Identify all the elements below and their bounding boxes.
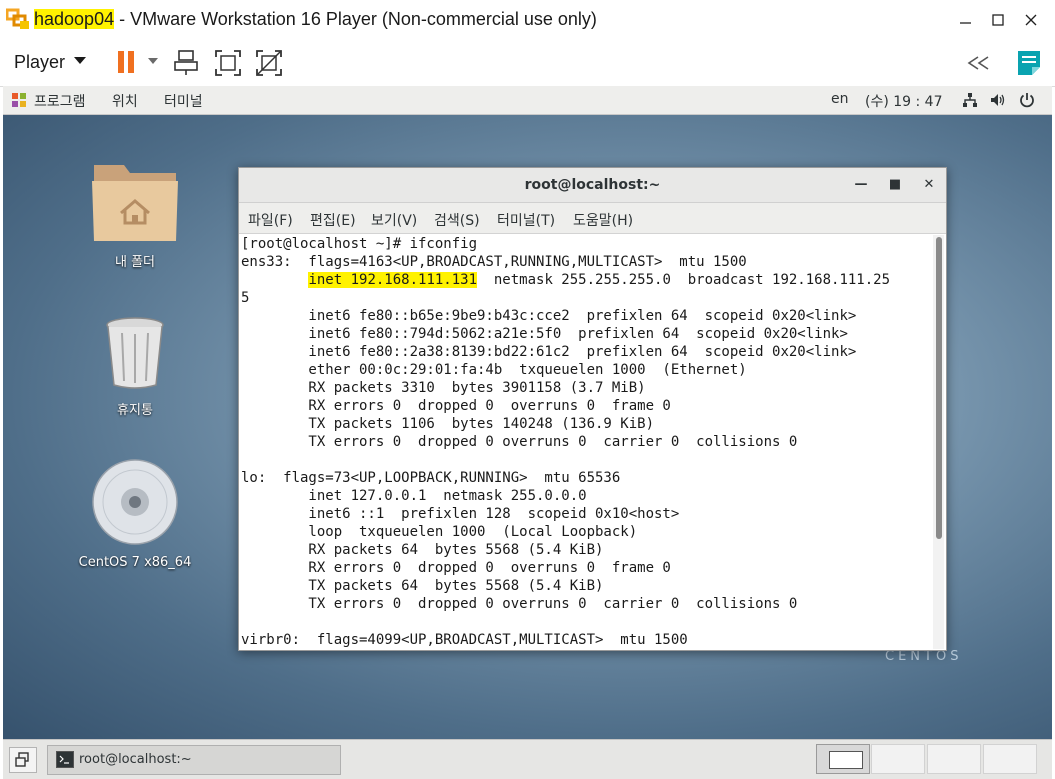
terminal-line: RX packets 3310 bytes 3901158 (3.7 MiB) [241, 380, 646, 396]
player-menu-label: Player [14, 52, 66, 72]
terminal-output[interactable]: [root@localhost ~]# ifconfig ens33: flags… [241, 235, 931, 649]
centos-watermark: CENTOS [885, 649, 963, 664]
terminal-line: TX errors 0 dropped 0 overruns 0 carrier… [241, 434, 798, 450]
menu-search[interactable]: 검색(S) [434, 210, 480, 230]
vmware-titlebar: hadoop04 - VMware Workstation 16 Player … [0, 0, 1055, 41]
disc-icon [92, 459, 178, 545]
terminal-line: virbr0: flags=4099<UP,BROADCAST,MULTICAS… [241, 632, 688, 648]
unity-mode-icon[interactable] [254, 48, 284, 78]
desktop-icon-home[interactable]: 내 폴더 [70, 159, 200, 270]
terminal-scrollbar[interactable] [933, 235, 944, 649]
terminal-line: inet6 fe80::794d:5062:a21e:5f0 prefixlen… [241, 326, 848, 342]
taskbar-terminal-label: root@localhost:~ [79, 752, 192, 767]
terminal-line: RX errors 0 dropped 0 overruns 0 frame 0 [241, 560, 671, 576]
vmware-logo-icon [6, 8, 29, 29]
menu-edit[interactable]: 편집(E) [310, 210, 356, 230]
guest-screen: 프로그램 위치 터미널 en (수) 19 : 47 내 폴더 휴지통 Cent… [3, 86, 1052, 779]
applications-menu[interactable]: 프로그램 [34, 91, 86, 111]
player-menu-button[interactable]: Player [14, 52, 87, 73]
workspace-1[interactable] [816, 744, 870, 774]
menu-file[interactable]: 파일(F) [248, 210, 293, 230]
send-ctrl-alt-del-icon[interactable] [172, 48, 202, 78]
terminal-icon [56, 751, 74, 768]
menu-view[interactable]: 보기(V) [371, 210, 417, 230]
terminal-line: inet 192.168.111.131 netmask 255.255.255… [308, 272, 891, 288]
terminal-line: inet 127.0.0.1 netmask 255.0.0.0 [241, 488, 587, 504]
terminal-line: [root@localhost ~]# ifconfig [241, 236, 478, 252]
clock[interactable]: (수) 19 : 47 [865, 91, 943, 111]
input-language-indicator[interactable]: en [831, 91, 849, 107]
workspace-2[interactable] [871, 744, 925, 774]
minimize-icon[interactable] [950, 8, 980, 32]
gnome-top-panel: 프로그램 위치 터미널 en (수) 19 : 47 [3, 86, 1052, 115]
show-desktop-icon [15, 752, 29, 767]
taskbar-terminal-button[interactable]: root@localhost:~ [47, 745, 341, 775]
maximize-icon[interactable] [983, 8, 1013, 32]
show-desktop-button[interactable] [9, 747, 37, 773]
terminal-line: ether 00:0c:29:01:fa:4b txqueuelen 1000 … [241, 362, 747, 378]
workspace-4[interactable] [983, 744, 1037, 774]
workspace-window-thumb [829, 751, 863, 769]
terminal-minimize-icon[interactable]: — [852, 177, 870, 193]
terminal-line: RX packets 64 bytes 5568 (5.4 KiB) [241, 542, 604, 558]
terminal-line: inet6 ::1 prefixlen 128 scopeid 0x10<hos… [241, 506, 680, 522]
collapse-toolbar-icon[interactable] [964, 52, 994, 74]
pause-dropdown-icon[interactable] [146, 54, 160, 68]
terminal-maximize-icon[interactable]: ■ [886, 177, 904, 193]
terminal-menubar: 파일(F) 편집(E) 보기(V) 검색(S) 터미널(T) 도움말(H) [239, 203, 946, 234]
desktop-icon-label: 휴지통 [117, 403, 153, 418]
terminal-line: TX packets 1106 bytes 140248 (136.9 KiB) [241, 416, 655, 432]
terminal-window[interactable]: root@localhost:~ — ■ ✕ 파일(F) 편집(E) 보기(V)… [238, 167, 947, 651]
desktop-icon-label: 내 폴더 [114, 255, 155, 270]
places-menu[interactable]: 위치 [112, 91, 138, 111]
volume-icon[interactable] [989, 92, 1007, 108]
terminal-line: TX packets 64 bytes 5568 (5.4 KiB) [241, 578, 604, 594]
highlighted-ip-address: inet 192.168.111.131 [308, 272, 478, 288]
folder-icon [92, 165, 178, 241]
terminal-line: 5 [241, 290, 250, 306]
terminal-line: ens33: flags=4163<UP,BROADCAST,RUNNING,M… [241, 254, 747, 270]
desktop-icon-trash[interactable]: 휴지통 [70, 315, 200, 418]
chevron-down-icon [74, 56, 87, 64]
fullscreen-icon[interactable] [213, 48, 243, 78]
trash-icon [106, 317, 164, 389]
pause-icon[interactable] [114, 48, 144, 78]
terminal-close-icon[interactable]: ✕ [920, 177, 938, 193]
terminal-app-menu[interactable]: 터미널 [164, 91, 203, 111]
scrollbar-thumb[interactable] [936, 237, 942, 539]
terminal-titlebar[interactable]: root@localhost:~ — ■ ✕ [239, 168, 946, 203]
vm-name: hadoop04 [34, 9, 115, 29]
notes-icon[interactable] [1014, 47, 1044, 79]
vmware-toolbar: Player [0, 40, 1055, 87]
gnome-bottom-panel: root@localhost:~ [3, 739, 1052, 779]
terminal-line: loop txqueuelen 1000 (Local Loopback) [241, 524, 638, 540]
terminal-line: inet6 fe80::2a38:8139:bd22:61c2 prefixle… [241, 344, 857, 360]
desktop-icon-cdrom[interactable]: CentOS 7 x86_64 [70, 457, 200, 570]
window-title-rest: - VMware Workstation 16 Player (Non-comm… [114, 9, 597, 29]
terminal-title: root@localhost:~ [524, 177, 661, 193]
workspace-3[interactable] [927, 744, 981, 774]
terminal-line: RX errors 0 dropped 0 overruns 0 frame 0 [241, 398, 671, 414]
terminal-line: lo: flags=73<UP,LOOPBACK,RUNNING> mtu 65… [241, 470, 621, 486]
terminal-line: TX errors 0 dropped 0 overruns 0 carrier… [241, 596, 798, 612]
desktop: 내 폴더 휴지통 CentOS 7 x86_64 CENTOS root@loc… [3, 115, 1052, 739]
close-icon[interactable] [1016, 8, 1046, 32]
power-icon[interactable] [1018, 91, 1036, 109]
desktop-icon-label: CentOS 7 x86_64 [78, 555, 192, 570]
menu-terminal[interactable]: 터미널(T) [497, 210, 555, 230]
gnome-logo-icon [12, 93, 26, 107]
window-title: hadoop04 - VMware Workstation 16 Player … [34, 9, 597, 30]
menu-help[interactable]: 도움말(H) [573, 210, 633, 230]
terminal-line: inet6 fe80::b65e:9be9:b43c:cce2 prefixle… [241, 308, 857, 324]
network-icon[interactable] [962, 92, 978, 108]
